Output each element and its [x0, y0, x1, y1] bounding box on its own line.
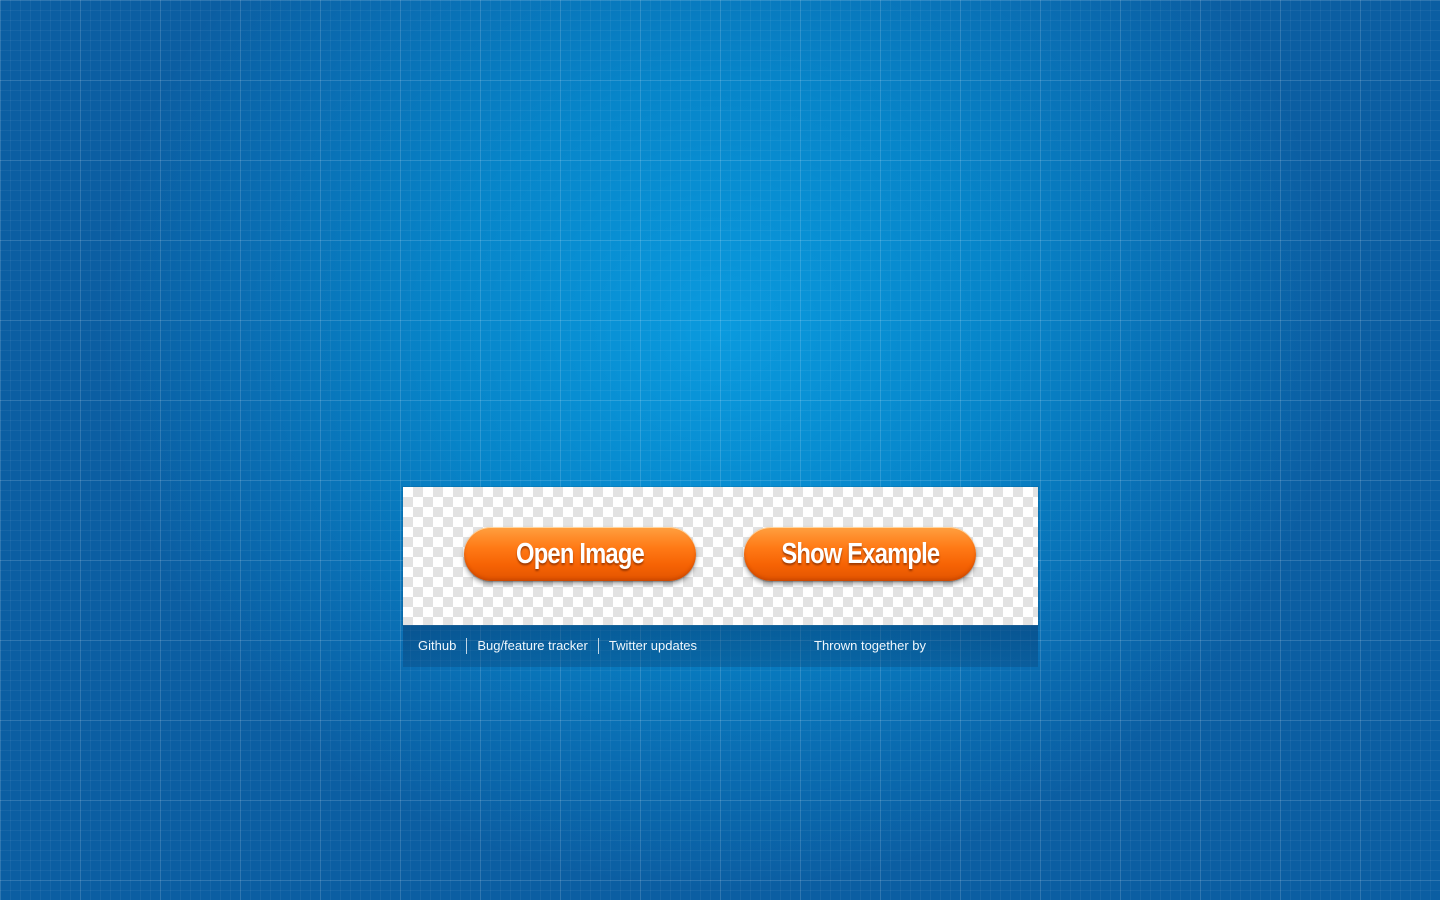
github-link[interactable]: Github — [408, 638, 466, 654]
show-example-button[interactable]: Show Example — [744, 527, 976, 581]
open-image-button[interactable]: Open Image — [464, 527, 696, 581]
footer-links: Github Bug/feature tracker Twitter updat… — [408, 638, 707, 654]
credit-text: Thrown together by — [814, 638, 927, 653]
action-panel: Open Image Show Example — [403, 487, 1038, 625]
footer-bar: Github Bug/feature tracker Twitter updat… — [403, 625, 1038, 667]
open-image-label: Open Image — [516, 537, 645, 570]
show-example-label: Show Example — [780, 537, 940, 570]
bug-tracker-link[interactable]: Bug/feature tracker — [467, 638, 598, 654]
twitter-link[interactable]: Twitter updates — [599, 638, 707, 654]
